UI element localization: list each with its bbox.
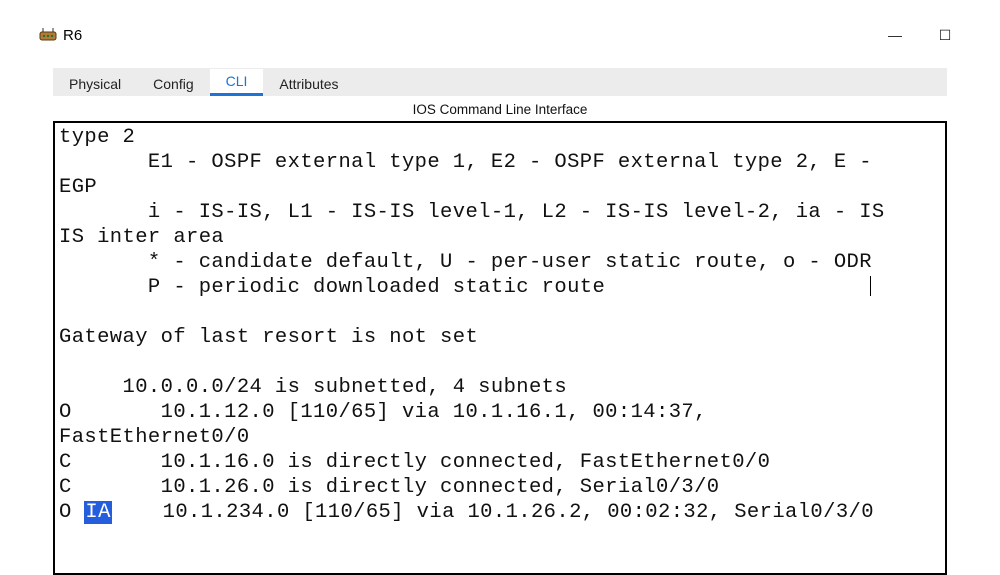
cli-line: type 2 (59, 126, 135, 149)
maximize-button[interactable]: ☐ (935, 25, 955, 45)
client-area: Physical Config CLI Attributes IOS Comma… (35, 50, 965, 575)
window-title: R6 (63, 27, 82, 44)
cli-line: E1 - OSPF external type 1, E2 - OSPF ext… (59, 151, 872, 174)
tab-attributes[interactable]: Attributes (263, 72, 354, 96)
tab-bar: Physical Config CLI Attributes (53, 68, 947, 96)
cli-line: P - periodic downloaded static route (59, 276, 605, 299)
tab-cli[interactable]: CLI (210, 69, 264, 96)
cli-line: * - candidate default, U - per-user stat… (59, 251, 872, 274)
cli-line: O (59, 501, 84, 524)
terminal-frame: type 2 E1 - OSPF external type 1, E2 - O… (53, 121, 947, 575)
cli-line: 10.1.234.0 [110/65] via 10.1.26.2, 00:02… (112, 501, 874, 524)
cli-line: Gateway of last resort is not set (59, 326, 478, 349)
cli-line: C 10.1.16.0 is directly connected, FastE… (59, 451, 770, 474)
cli-panel-title: IOS Command Line Interface (53, 96, 947, 121)
text-caret-icon (870, 276, 871, 296)
terminal-output[interactable]: type 2 E1 - OSPF external type 1, E2 - O… (55, 123, 945, 527)
tab-config[interactable]: Config (137, 72, 209, 96)
cli-line: O 10.1.12.0 [110/65] via 10.1.16.1, 00:1… (59, 401, 707, 424)
cli-line: C 10.1.26.0 is directly connected, Seria… (59, 476, 720, 499)
titlebar: R6 — ☐ (35, 20, 965, 50)
window-controls: — ☐ (885, 25, 961, 45)
cli-highlight-ia: IA (84, 501, 111, 524)
cli-line: IS inter area (59, 226, 224, 249)
cli-line: EGP (59, 176, 97, 199)
cli-line: 10.0.0.0/24 is subnetted, 4 subnets (59, 376, 567, 399)
tab-physical[interactable]: Physical (53, 72, 137, 96)
router-icon (39, 26, 57, 44)
app-window: R6 — ☐ Physical Config CLI Attributes IO… (35, 20, 965, 575)
cli-line: FastEthernet0/0 (59, 426, 250, 449)
cli-line: i - IS-IS, L1 - IS-IS level-1, L2 - IS-I… (59, 201, 885, 224)
minimize-button[interactable]: — (885, 25, 905, 45)
